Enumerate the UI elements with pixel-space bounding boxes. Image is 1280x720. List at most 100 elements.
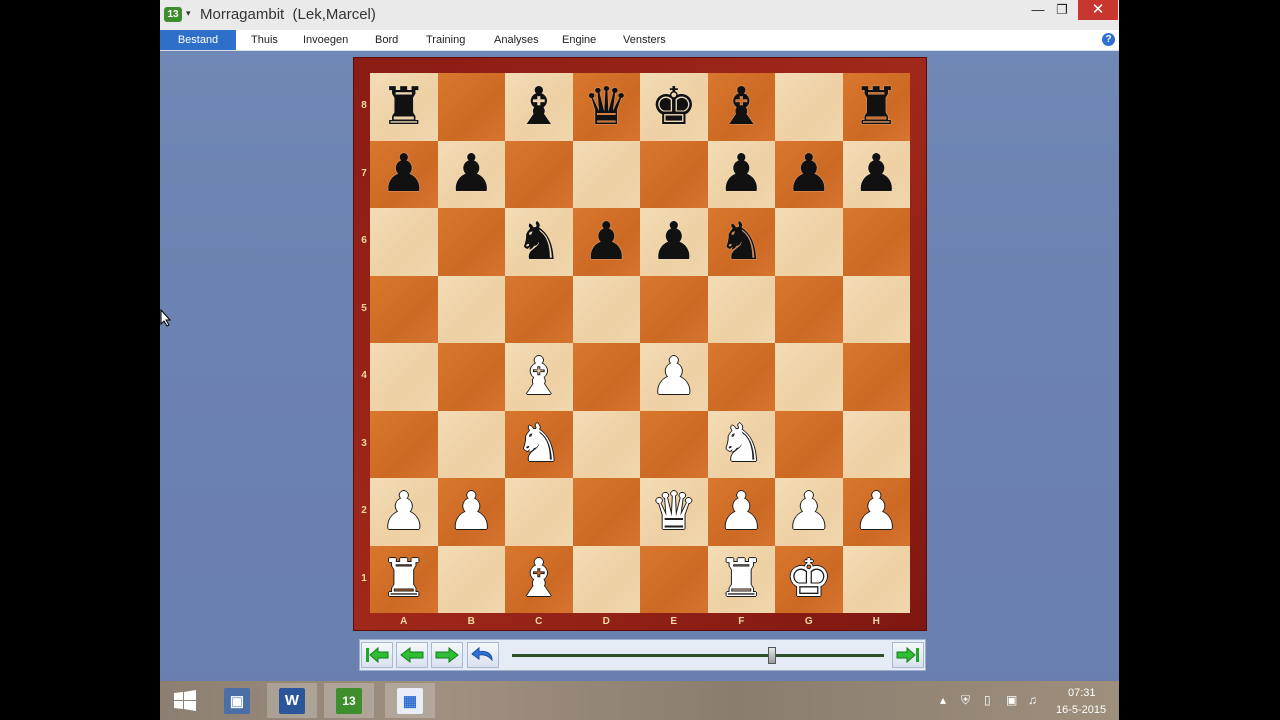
app-icon[interactable]: 13 — [164, 7, 182, 22]
square-d6[interactable]: ♟ — [572, 208, 640, 276]
taskbar-word[interactable]: W — [267, 683, 317, 718]
black-queen-icon[interactable]: ♛ — [583, 81, 630, 133]
square-a8[interactable]: ♜ — [370, 73, 438, 141]
menu-vensters[interactable]: Vensters — [623, 30, 666, 50]
restore-button[interactable]: ❐ — [1046, 0, 1078, 20]
square-e8[interactable]: ♚ — [640, 73, 708, 141]
menu-analyses[interactable]: Analyses — [494, 30, 539, 50]
white-king-icon[interactable]: ♚ — [785, 553, 832, 605]
square-d8[interactable]: ♛ — [572, 73, 640, 141]
square-c8[interactable]: ♝ — [505, 73, 573, 141]
white-bishop-icon[interactable]: ♝ — [515, 351, 562, 403]
black-rook-icon[interactable]: ♜ — [853, 81, 900, 133]
last-move-button[interactable] — [892, 642, 924, 668]
square-b4[interactable] — [437, 343, 505, 411]
white-pawn-icon[interactable]: ♟ — [785, 486, 832, 538]
square-e5[interactable] — [640, 275, 708, 343]
help-icon[interactable]: ? — [1102, 33, 1115, 46]
white-knight-icon[interactable]: ♞ — [515, 418, 562, 470]
black-knight-icon[interactable]: ♞ — [718, 216, 765, 268]
square-f3[interactable]: ♞ — [707, 410, 775, 478]
menu-training[interactable]: Training — [426, 30, 465, 50]
square-h3[interactable] — [842, 410, 910, 478]
black-rook-icon[interactable]: ♜ — [380, 81, 427, 133]
taskbar-remote-desktop[interactable]: ▣ — [212, 683, 262, 718]
square-d3[interactable] — [572, 410, 640, 478]
square-h2[interactable]: ♟ — [842, 478, 910, 546]
square-a3[interactable] — [370, 410, 438, 478]
chessboard[interactable]: ♜ ♝ ♛ ♚ ♝ ♜ ♟ ♟ ♟ ♟ ♟ ♞ ♟ ♟ ♞ ♝ ♟ ♞ ♞ ♟ ♟ ♛ ♟ ♟ ♟ ♜ ♝ ♜ ♚ — [370, 73, 910, 613]
square-e6[interactable]: ♟ — [640, 208, 708, 276]
square-h4[interactable] — [842, 343, 910, 411]
square-b6[interactable] — [437, 208, 505, 276]
square-e4[interactable]: ♟ — [640, 343, 708, 411]
black-bishop-icon[interactable]: ♝ — [515, 81, 562, 133]
first-move-button[interactable] — [361, 642, 393, 668]
menu-bord[interactable]: Bord — [375, 30, 398, 50]
square-e2[interactable]: ♛ — [640, 478, 708, 546]
square-b2[interactable]: ♟ — [437, 478, 505, 546]
show-hidden-icons-icon[interactable]: ▴ — [940, 693, 946, 707]
black-pawn-icon[interactable]: ♟ — [448, 148, 495, 200]
square-a5[interactable] — [370, 275, 438, 343]
square-a6[interactable] — [370, 208, 438, 276]
windows-start-button[interactable] — [160, 683, 210, 718]
square-f1[interactable]: ♜ — [707, 545, 775, 613]
white-queen-icon[interactable]: ♛ — [650, 486, 697, 538]
square-g3[interactable] — [775, 410, 843, 478]
square-g8[interactable] — [775, 73, 843, 141]
square-f7[interactable]: ♟ — [707, 140, 775, 208]
square-c4[interactable]: ♝ — [505, 343, 573, 411]
battery-icon[interactable]: ▯ — [984, 693, 991, 707]
square-f4[interactable] — [707, 343, 775, 411]
square-b1[interactable] — [437, 545, 505, 613]
square-b8[interactable] — [437, 73, 505, 141]
next-move-button[interactable] — [431, 642, 463, 668]
white-knight-icon[interactable]: ♞ — [718, 418, 765, 470]
menu-bestand[interactable]: Bestand — [160, 30, 236, 50]
white-bishop-icon[interactable]: ♝ — [515, 553, 562, 605]
quick-access-dropdown-icon[interactable]: ▾ — [186, 8, 191, 19]
square-f5[interactable] — [707, 275, 775, 343]
square-b7[interactable]: ♟ — [437, 140, 505, 208]
black-pawn-icon[interactable]: ♟ — [583, 216, 630, 268]
square-a2[interactable]: ♟ — [370, 478, 438, 546]
square-e1[interactable] — [640, 545, 708, 613]
clock-date[interactable]: 16-5-2015 — [1056, 704, 1106, 716]
square-a4[interactable] — [370, 343, 438, 411]
black-pawn-icon[interactable]: ♟ — [853, 148, 900, 200]
square-h1[interactable] — [842, 545, 910, 613]
square-d7[interactable] — [572, 140, 640, 208]
taskbar-chessbase[interactable]: 13 — [324, 683, 374, 718]
square-g2[interactable]: ♟ — [775, 478, 843, 546]
square-g1[interactable]: ♚ — [775, 545, 843, 613]
square-c7[interactable] — [505, 140, 573, 208]
menu-invoegen[interactable]: Invoegen — [303, 30, 348, 50]
square-f6[interactable]: ♞ — [707, 208, 775, 276]
take-back-button[interactable] — [467, 642, 499, 668]
square-h5[interactable] — [842, 275, 910, 343]
taskbar-paint[interactable]: ▦ — [385, 683, 435, 718]
move-slider-handle[interactable] — [768, 647, 777, 664]
black-pawn-icon[interactable]: ♟ — [785, 148, 832, 200]
square-e3[interactable] — [640, 410, 708, 478]
square-c3[interactable]: ♞ — [505, 410, 573, 478]
white-pawn-icon[interactable]: ♟ — [718, 486, 765, 538]
square-b5[interactable] — [437, 275, 505, 343]
black-king-icon[interactable]: ♚ — [650, 81, 697, 133]
menu-thuis[interactable]: Thuis — [251, 30, 278, 50]
square-d1[interactable] — [572, 545, 640, 613]
square-h7[interactable]: ♟ — [842, 140, 910, 208]
square-e7[interactable] — [640, 140, 708, 208]
white-pawn-icon[interactable]: ♟ — [853, 486, 900, 538]
black-bishop-icon[interactable]: ♝ — [718, 81, 765, 133]
square-h8[interactable]: ♜ — [842, 73, 910, 141]
square-g4[interactable] — [775, 343, 843, 411]
square-c6[interactable]: ♞ — [505, 208, 573, 276]
square-c2[interactable] — [505, 478, 573, 546]
white-pawn-icon[interactable]: ♟ — [380, 486, 427, 538]
square-a7[interactable]: ♟ — [370, 140, 438, 208]
square-b3[interactable] — [437, 410, 505, 478]
square-d5[interactable] — [572, 275, 640, 343]
close-button[interactable]: ✕ — [1078, 0, 1118, 20]
